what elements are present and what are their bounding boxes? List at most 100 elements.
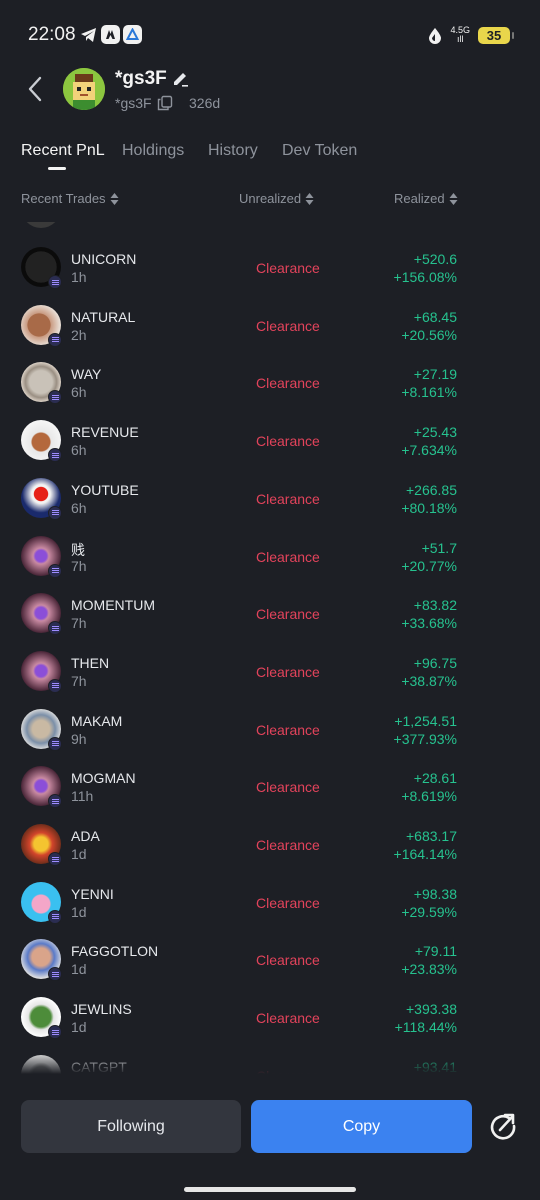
trade-age: 6h bbox=[71, 499, 87, 516]
trade-row[interactable]: MOGMAN 11h Clearance +28.61 +8.619% bbox=[0, 763, 540, 821]
unrealized-status: Clearance bbox=[256, 721, 320, 738]
copy-trade-button[interactable]: Copy bbox=[251, 1100, 472, 1153]
back-button[interactable] bbox=[22, 74, 50, 104]
trade-row[interactable]: WAY 6h Clearance +27.19 +8.161% bbox=[0, 359, 540, 417]
profile-header: *gs3F *gs3F 326d bbox=[0, 62, 540, 122]
trade-age: 1d bbox=[71, 1019, 87, 1036]
realized-pnl-percent: +80.18% bbox=[401, 499, 457, 516]
unrealized-status: Clearance bbox=[256, 490, 320, 507]
column-unrealized[interactable]: Unrealized bbox=[239, 191, 314, 206]
realized-pnl-percent: +7.634% bbox=[401, 442, 457, 459]
trade-row[interactable]: CATGPT Clearance +93.41 bbox=[0, 1052, 540, 1074]
realized-pnl: +68.45 bbox=[413, 308, 457, 325]
realized-pnl: +51.7 bbox=[421, 539, 457, 556]
token-name: CATGPT bbox=[71, 1058, 127, 1074]
telegram-icon bbox=[81, 28, 96, 42]
signal-bars-icon: ıll bbox=[456, 34, 464, 44]
trade-age: 6h bbox=[71, 442, 87, 459]
unrealized-status: Clearance bbox=[256, 663, 320, 680]
trade-age: 7h bbox=[71, 672, 87, 689]
app-notification-icon bbox=[101, 25, 120, 44]
solana-chain-icon bbox=[48, 332, 62, 347]
token-name: YOUTUBE bbox=[71, 481, 139, 498]
unrealized-status: Clearance bbox=[256, 375, 320, 392]
status-right: 4.5G ıll 35 bbox=[428, 26, 514, 44]
column-recent-trades[interactable]: Recent Trades bbox=[21, 191, 119, 206]
token-name: JEWLINS bbox=[71, 1001, 132, 1018]
trade-row[interactable]: ADA 1d Clearance +683.17 +164.14% bbox=[0, 821, 540, 879]
realized-pnl-percent: +20.56% bbox=[401, 326, 457, 343]
trade-row[interactable]: 贱 7h Clearance +51.7 +20.77% bbox=[0, 533, 540, 591]
token-name: FAGGOTLON bbox=[71, 943, 159, 960]
trade-row[interactable]: MAKAM 9h Clearance +1,254.51 +377.93% bbox=[0, 706, 540, 764]
realized-pnl-percent: +8.161% bbox=[401, 384, 457, 401]
sort-icon bbox=[305, 192, 314, 205]
realized-pnl: +25.43 bbox=[413, 424, 457, 441]
bottom-action-bar: Following Copy bbox=[0, 1090, 540, 1200]
token-name: 贱 bbox=[71, 541, 85, 558]
wallet-age: 326d bbox=[189, 95, 221, 111]
trade-row[interactable]: YENNI 1d Clearance +98.38 +29.59% bbox=[0, 879, 540, 937]
avatar bbox=[63, 68, 105, 110]
pixel-avatar-icon bbox=[63, 68, 105, 110]
home-indicator bbox=[184, 1187, 356, 1192]
realized-pnl: +98.38 bbox=[413, 885, 457, 902]
realized-pnl-percent: +29.59% bbox=[401, 903, 457, 920]
trade-row[interactable]: NATURAL 2h Clearance +68.45 +20.56% bbox=[0, 302, 540, 360]
solana-chain-icon bbox=[48, 1025, 62, 1040]
trade-age: 1h bbox=[71, 269, 87, 285]
tab-recent-pnl[interactable]: Recent PnL bbox=[21, 142, 105, 160]
trade-row[interactable]: FAGGOTLON 1d Clearance +79.11 +23.83% bbox=[0, 936, 540, 994]
solana-chain-icon bbox=[48, 563, 62, 578]
trade-age: 2h bbox=[71, 326, 87, 343]
following-button[interactable]: Following bbox=[21, 1100, 241, 1153]
realized-pnl: +393.38 bbox=[406, 1001, 457, 1018]
solana-chain-icon bbox=[48, 967, 62, 982]
unrealized-status: Clearance bbox=[256, 606, 320, 623]
realized-pnl-percent: +23.83% bbox=[401, 961, 457, 978]
tab-holdings[interactable]: Holdings bbox=[122, 142, 184, 160]
trade-row[interactable]: THEN 7h Clearance +96.75 +38.87% bbox=[0, 648, 540, 706]
realized-pnl-percent: +33.68% bbox=[401, 615, 457, 632]
trade-row[interactable]: REVENUE 6h Clearance +25.43 +7.634% bbox=[0, 417, 540, 475]
realized-pnl: +79.11 bbox=[414, 943, 457, 960]
realized-pnl-percent: +156.08% bbox=[393, 269, 457, 285]
token-name: UNICORN bbox=[71, 251, 137, 267]
token-name: ADA bbox=[71, 828, 100, 844]
trade-row[interactable]: MOMENTUM 7h Clearance +83.82 +33.68% bbox=[0, 590, 540, 648]
realized-pnl: +266.85 bbox=[406, 481, 457, 498]
token-name: YENNI bbox=[71, 885, 114, 902]
tab-bar: Recent PnL Holdings History Dev Token bbox=[0, 140, 540, 176]
realized-pnl: +683.17 bbox=[406, 828, 457, 844]
active-tab-indicator bbox=[48, 167, 66, 170]
tab-dev-token[interactable]: Dev Token bbox=[282, 142, 357, 160]
tab-history[interactable]: History bbox=[208, 142, 258, 160]
token-name: THEN bbox=[71, 654, 110, 671]
column-realized-label: Realized bbox=[394, 191, 445, 206]
sort-icon bbox=[449, 192, 458, 205]
trade-age: 7h bbox=[71, 615, 87, 632]
trades-list[interactable]: UNICORN 1h Clearance +520.6 +156.08% NATURAL 2… bbox=[0, 222, 540, 1074]
battery-icon: 35 bbox=[478, 26, 514, 44]
trade-row[interactable]: YOUTUBE 6h Clearance +266.85 +80.18% bbox=[0, 475, 540, 533]
trade-row[interactable]: UNICORN 1h Clearance +520.6 +156.08% bbox=[0, 244, 540, 302]
column-unrealized-label: Unrealized bbox=[239, 191, 302, 206]
realized-pnl-percent: +377.93% bbox=[393, 730, 457, 747]
realized-pnl-percent: +164.14% bbox=[393, 846, 457, 862]
sort-icon bbox=[110, 192, 119, 205]
edit-icon[interactable] bbox=[172, 70, 189, 87]
column-realized[interactable]: Realized bbox=[394, 191, 458, 206]
trade-row[interactable]: JEWLINS 1d Clearance +393.38 +118.44% bbox=[0, 994, 540, 1052]
copy-address-icon[interactable] bbox=[157, 95, 173, 111]
trade-age: 11h bbox=[71, 788, 94, 805]
share-icon[interactable] bbox=[488, 1111, 518, 1141]
token-avatar bbox=[21, 222, 61, 228]
unrealized-status: Clearance bbox=[256, 952, 320, 969]
app-notification-icon-2 bbox=[123, 25, 142, 44]
wallet-address: *gs3F bbox=[115, 95, 152, 111]
solana-chain-icon bbox=[48, 678, 62, 693]
realized-pnl: +96.75 bbox=[413, 654, 457, 671]
token-name: WAY bbox=[71, 366, 102, 383]
column-recent-trades-label: Recent Trades bbox=[21, 191, 106, 206]
network-indicator: 4.5G ıll bbox=[450, 26, 470, 44]
